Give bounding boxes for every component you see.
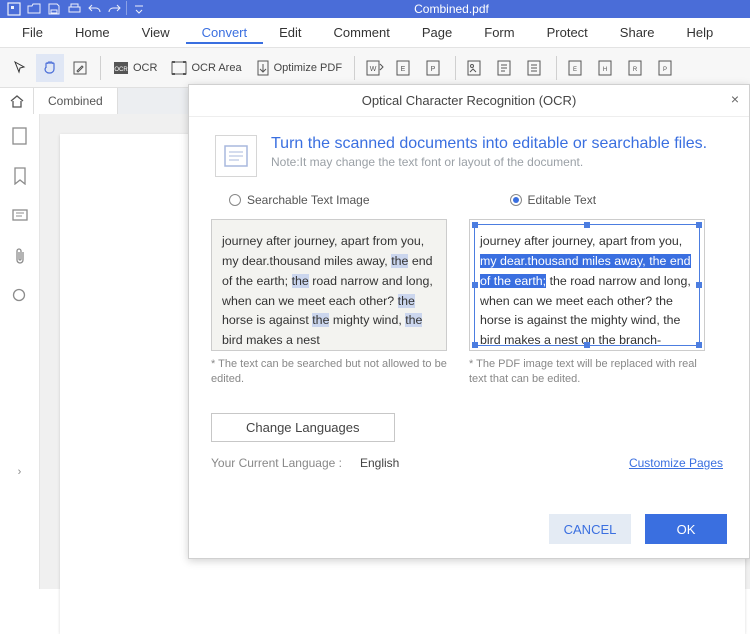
to-other-icon[interactable] [522, 54, 550, 82]
save-icon[interactable] [46, 1, 62, 17]
ocr-label: OCR [133, 62, 157, 74]
search-panel-icon[interactable] [10, 286, 30, 306]
select-tool[interactable] [6, 54, 34, 82]
title-bar: Combined.pdf [0, 0, 750, 18]
tab-label: Combined [48, 94, 103, 108]
dialog-note: Note:It may change the text font or layo… [271, 155, 707, 169]
preview-row: journey after journey, apart from you, m… [189, 215, 749, 387]
hand-tool[interactable] [36, 54, 64, 82]
svg-text:E: E [573, 67, 577, 73]
undo-icon[interactable] [86, 1, 102, 17]
to-pdfa-icon[interactable]: P [653, 54, 681, 82]
toolbar: OCR OCR OCR Area Optimize PDF W E P E H R… [0, 48, 750, 88]
to-ppt-icon[interactable]: P [421, 54, 449, 82]
cancel-button[interactable]: CANCEL [549, 514, 631, 544]
ok-button[interactable]: OK [645, 514, 727, 544]
to-rtf-icon[interactable]: R [623, 54, 651, 82]
option-editable[interactable]: Editable Text [510, 193, 597, 207]
optimize-button[interactable]: Optimize PDF [250, 54, 348, 82]
to-text-icon[interactable] [492, 54, 520, 82]
ocr-button[interactable]: OCR OCR [107, 54, 163, 82]
svg-text:H: H [603, 67, 607, 73]
menu-convert[interactable]: Convert [186, 21, 264, 44]
menu-page[interactable]: Page [406, 21, 468, 44]
separator [556, 56, 557, 80]
redo-icon[interactable] [106, 1, 122, 17]
expand-sidebar-icon[interactable]: › [18, 466, 22, 478]
ocr-area-button[interactable]: OCR Area [165, 54, 247, 82]
menu-home[interactable]: Home [59, 21, 126, 44]
menu-share[interactable]: Share [604, 21, 671, 44]
menu-edit[interactable]: Edit [263, 21, 317, 44]
language-section: Change Languages Your Current Language :… [189, 387, 749, 476]
to-word-icon[interactable]: W [361, 54, 389, 82]
ocr-mode-options: Searchable Text Image Editable Text [189, 191, 749, 215]
svg-text:W: W [370, 66, 377, 73]
print-icon[interactable] [66, 1, 82, 17]
menu-view[interactable]: View [126, 21, 186, 44]
menu-form[interactable]: Form [468, 21, 530, 44]
qat-dropdown-icon[interactable] [131, 1, 147, 17]
option-editable-label: Editable Text [528, 193, 597, 207]
dialog-title: Optical Character Recognition (OCR) [362, 93, 577, 108]
to-excel-icon[interactable]: E [391, 54, 419, 82]
open-icon[interactable] [26, 1, 42, 17]
current-language-value: English [360, 456, 399, 470]
app-logo-icon [6, 1, 22, 17]
dialog-header: Turn the scanned documents into editable… [189, 117, 749, 191]
separator [100, 56, 101, 80]
svg-text:P: P [663, 67, 667, 73]
home-tab-icon[interactable] [0, 88, 34, 114]
option-searchable-label: Searchable Text Image [247, 193, 370, 207]
document-title: Combined.pdf [153, 2, 750, 16]
to-html-icon[interactable]: H [593, 54, 621, 82]
preview-searchable-box: journey after journey, apart from you, m… [211, 219, 447, 351]
ocr-dialog: Optical Character Recognition (OCR) × Tu… [188, 84, 750, 559]
dialog-title-bar: Optical Character Recognition (OCR) × [189, 85, 749, 117]
svg-text:P: P [431, 66, 436, 73]
svg-text:E: E [401, 66, 406, 73]
svg-text:OCR: OCR [114, 67, 128, 73]
customize-pages-link[interactable]: Customize Pages [629, 456, 723, 470]
bookmarks-icon[interactable] [10, 166, 30, 186]
ocr-header-icon [215, 135, 257, 177]
separator [126, 1, 127, 15]
dialog-footer: CANCEL OK [549, 514, 727, 544]
to-image-icon[interactable] [462, 54, 490, 82]
option-searchable[interactable]: Searchable Text Image [229, 193, 370, 207]
current-language-label: Your Current Language : [211, 456, 342, 470]
comments-icon[interactable] [10, 206, 30, 226]
separator [354, 56, 355, 80]
menu-protect[interactable]: Protect [531, 21, 604, 44]
separator [455, 56, 456, 80]
radio-icon [510, 194, 522, 206]
optimize-label: Optimize PDF [274, 62, 342, 74]
radio-icon [229, 194, 241, 206]
edit-tool[interactable] [66, 54, 94, 82]
sidebar: › [0, 114, 40, 589]
to-epub-icon[interactable]: E [563, 54, 591, 82]
ocr-area-label: OCR Area [191, 62, 241, 74]
document-tab[interactable]: Combined [34, 88, 118, 114]
preview-searchable-caption: * The text can be searched but not allow… [211, 357, 447, 387]
svg-text:R: R [633, 67, 638, 73]
menu-help[interactable]: Help [671, 21, 730, 44]
close-icon[interactable]: × [731, 91, 739, 107]
dialog-heading: Turn the scanned documents into editable… [271, 135, 707, 153]
change-languages-button[interactable]: Change Languages [211, 413, 395, 442]
preview-editable-caption: * The PDF image text will be replaced wi… [469, 357, 705, 387]
attachments-icon[interactable] [10, 246, 30, 266]
thumbnails-icon[interactable] [10, 126, 30, 146]
menu-comment[interactable]: Comment [318, 21, 406, 44]
preview-editable-box: journey after journey, apart from you, m… [469, 219, 705, 351]
preview-searchable: journey after journey, apart from you, m… [211, 219, 447, 387]
current-language-row: Your Current Language : English Customiz… [211, 456, 727, 470]
menu-file[interactable]: File [6, 21, 59, 44]
preview-editable: journey after journey, apart from you, m… [469, 219, 705, 387]
menu-bar: File Home View Convert Edit Comment Page… [0, 18, 750, 48]
quick-access-toolbar [0, 1, 153, 17]
